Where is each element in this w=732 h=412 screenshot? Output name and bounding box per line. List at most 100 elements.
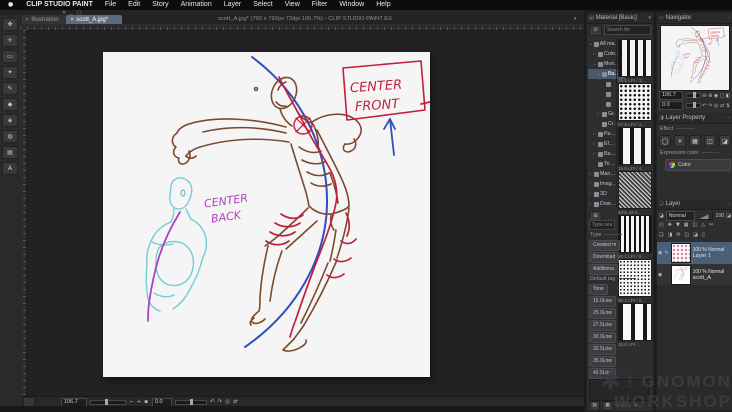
menu-animation[interactable]: Animation	[175, 0, 218, 10]
merge-icon[interactable]: ◫	[693, 222, 698, 228]
transfer-icon[interactable]: ✉	[676, 232, 680, 238]
menu-edit[interactable]: Edit	[122, 0, 146, 10]
delete-layer-icon[interactable]: ▯	[702, 232, 705, 238]
close-icon[interactable]: ✕	[70, 17, 74, 23]
navigator-zoom-slider[interactable]	[686, 92, 702, 98]
apple-logo-icon[interactable]: ●	[0, 0, 20, 10]
drawing-canvas[interactable]: CENTER FRONT CENTER BACK	[103, 52, 430, 377]
tag-25line[interactable]: 25.0Line	[589, 308, 617, 319]
figure-tool[interactable]: ▤	[2, 146, 18, 159]
material-tree-item[interactable]: › Dow…	[588, 199, 617, 209]
close-icon[interactable]: ✕	[25, 17, 29, 23]
zoom-in-button[interactable]: +	[137, 399, 142, 405]
material-tree-item[interactable]: ⌄All ma…	[588, 39, 617, 49]
panel-options-icon[interactable]: ⋯	[726, 115, 731, 121]
redo-icon[interactable]: ⟳	[621, 403, 625, 409]
down-icon[interactable]: ▼	[676, 222, 680, 228]
tag-tone[interactable]: Tone	[589, 284, 608, 295]
tab-illustration[interactable]: ✕ Illustration	[21, 15, 71, 24]
tone-icon[interactable]: ▦	[684, 222, 689, 228]
layer-property-header[interactable]: ◨ Layer Property ⋯	[657, 113, 732, 124]
menu-filter[interactable]: Filter	[306, 0, 334, 10]
zoom-slider[interactable]	[90, 398, 126, 405]
new-layer-icon[interactable]: ❏	[659, 232, 663, 238]
material-thumbnail[interactable]: 50.2 LPI / 5…	[618, 259, 652, 305]
layer-name[interactable]: scott_A	[693, 275, 725, 281]
menu-help[interactable]: Help	[370, 0, 396, 10]
panel-options-icon[interactable]: ⋯	[726, 15, 731, 21]
material-thumbnail[interactable]: 15.0 LPI…	[618, 303, 652, 349]
layer-item-scott-a[interactable]: ◉ ✎ 100 % Normal scott_A	[657, 264, 732, 287]
auto-select-tool[interactable]: ✦	[2, 66, 18, 79]
zoom-out-button[interactable]: −	[129, 399, 134, 405]
menu-file[interactable]: File	[99, 0, 122, 10]
material-thumbnail[interactable]: 35.5 LPI / 2…	[618, 39, 652, 85]
grid-view-button[interactable]: ▤	[589, 400, 600, 411]
menu-layer[interactable]: Layer	[218, 0, 248, 10]
material-thumbnail[interactable]: 15.0 LPI / 4…	[618, 127, 652, 173]
material-tree-item[interactable]: › Man…	[588, 169, 617, 179]
scissors-icon[interactable]: ✂	[709, 222, 713, 228]
clip-icon[interactable]: ◰	[659, 222, 664, 228]
tag-325line[interactable]: 32.5Line	[589, 344, 617, 355]
tag-425line[interactable]: 42.5Line	[589, 368, 617, 379]
layer-name[interactable]: Layer 1	[693, 253, 725, 259]
collapse-icon[interactable]: ▾	[648, 15, 651, 21]
flip-view-icon[interactable]: ◧	[725, 93, 731, 99]
tag-35line[interactable]: 35.0Line	[589, 356, 617, 367]
menu-app-name[interactable]: CLIP STUDIO PAINT	[20, 0, 99, 10]
material-thumbnail[interactable]: 40% 42.0…	[618, 171, 652, 217]
selection-tool[interactable]: ▭	[2, 50, 18, 63]
undo-icon[interactable]: ⟲	[615, 403, 619, 409]
material-thumbnail[interactable]: 27.5 LPI / 2…	[618, 83, 652, 129]
navigator-rotation-field[interactable]	[659, 101, 683, 110]
pen-tool[interactable]: ✎	[2, 82, 18, 95]
navigator-header[interactable]: ▭ Navigator ⋯	[657, 13, 732, 24]
menu-select[interactable]: Select	[247, 0, 278, 10]
list-view-button[interactable]: ▦	[602, 400, 613, 411]
layer-color-button[interactable]: ◫	[704, 135, 716, 147]
fill-tool[interactable]: ◍	[2, 130, 18, 143]
tag-download[interactable]: Download	[589, 252, 620, 263]
tag-30line[interactable]: 30.0Line	[589, 332, 617, 343]
reset-rotation-button[interactable]: ◎	[225, 399, 230, 405]
material-tree-item[interactable]: › Imag…	[588, 179, 617, 189]
flip-horizontal-button[interactable]: ⇄	[233, 399, 238, 405]
menu-window[interactable]: Window	[333, 0, 370, 10]
material-thumbnail[interactable]: 50.2 LPI / 6…	[618, 215, 652, 261]
border-effect-button[interactable]: ◯	[659, 135, 671, 147]
fit-to-screen-button[interactable]: ▪	[144, 399, 148, 405]
material-tree-item[interactable]: › 3D	[588, 189, 617, 199]
blend-mode-select[interactable]: Normal	[665, 211, 696, 221]
text-tool[interactable]: A	[2, 162, 18, 175]
rotate-cw-button[interactable]: ↷	[218, 399, 223, 405]
expression-color-dropdown[interactable]: Color	[665, 159, 731, 171]
opacity-slider[interactable]	[697, 212, 714, 220]
tag-15line[interactable]: 15.0Line	[589, 296, 617, 307]
navigator-rotation-slider[interactable]	[686, 102, 702, 108]
triangle-icon[interactable]: △	[701, 222, 705, 228]
rotation-slider[interactable]	[174, 398, 207, 405]
tab-scott-a[interactable]: ✕ scott_A.jpg*	[66, 15, 122, 24]
visibility-eye-icon[interactable]: ◉	[658, 250, 662, 256]
operation-tool[interactable]: ✥	[2, 18, 18, 31]
menu-story[interactable]: Story	[146, 0, 174, 10]
eraser-tool[interactable]: ◈	[2, 114, 18, 127]
tag-additional[interactable]: Additiona	[589, 264, 618, 275]
new-folder-icon[interactable]: ◨	[667, 232, 672, 238]
diamond-icon[interactable]: ◇	[627, 403, 631, 409]
mask-icon[interactable]: ◪	[693, 232, 698, 238]
flip-vertical-icon[interactable]: ⇅	[725, 103, 731, 109]
layer-panel-header[interactable]: ❏ Layer ⋯	[657, 199, 732, 210]
tone-effect-button[interactable]: ▦	[689, 135, 701, 147]
material-search-input[interactable]	[604, 25, 651, 35]
layer-item-layer1[interactable]: ◉ ✎ 100 % Normal Layer 1	[657, 242, 732, 265]
tag-search-input[interactable]	[589, 220, 615, 230]
rotate-ccw-button[interactable]: ↶	[210, 399, 215, 405]
navigator-zoom-field[interactable]	[659, 91, 683, 100]
navigator-thumbnail[interactable]	[660, 25, 730, 91]
move-tool[interactable]: ✛	[2, 34, 18, 47]
panel-menu-icon[interactable]: ▤	[589, 15, 594, 21]
chevron-down-icon[interactable]: ▾	[574, 16, 577, 22]
mask-effect-button[interactable]: ◪	[719, 135, 731, 147]
